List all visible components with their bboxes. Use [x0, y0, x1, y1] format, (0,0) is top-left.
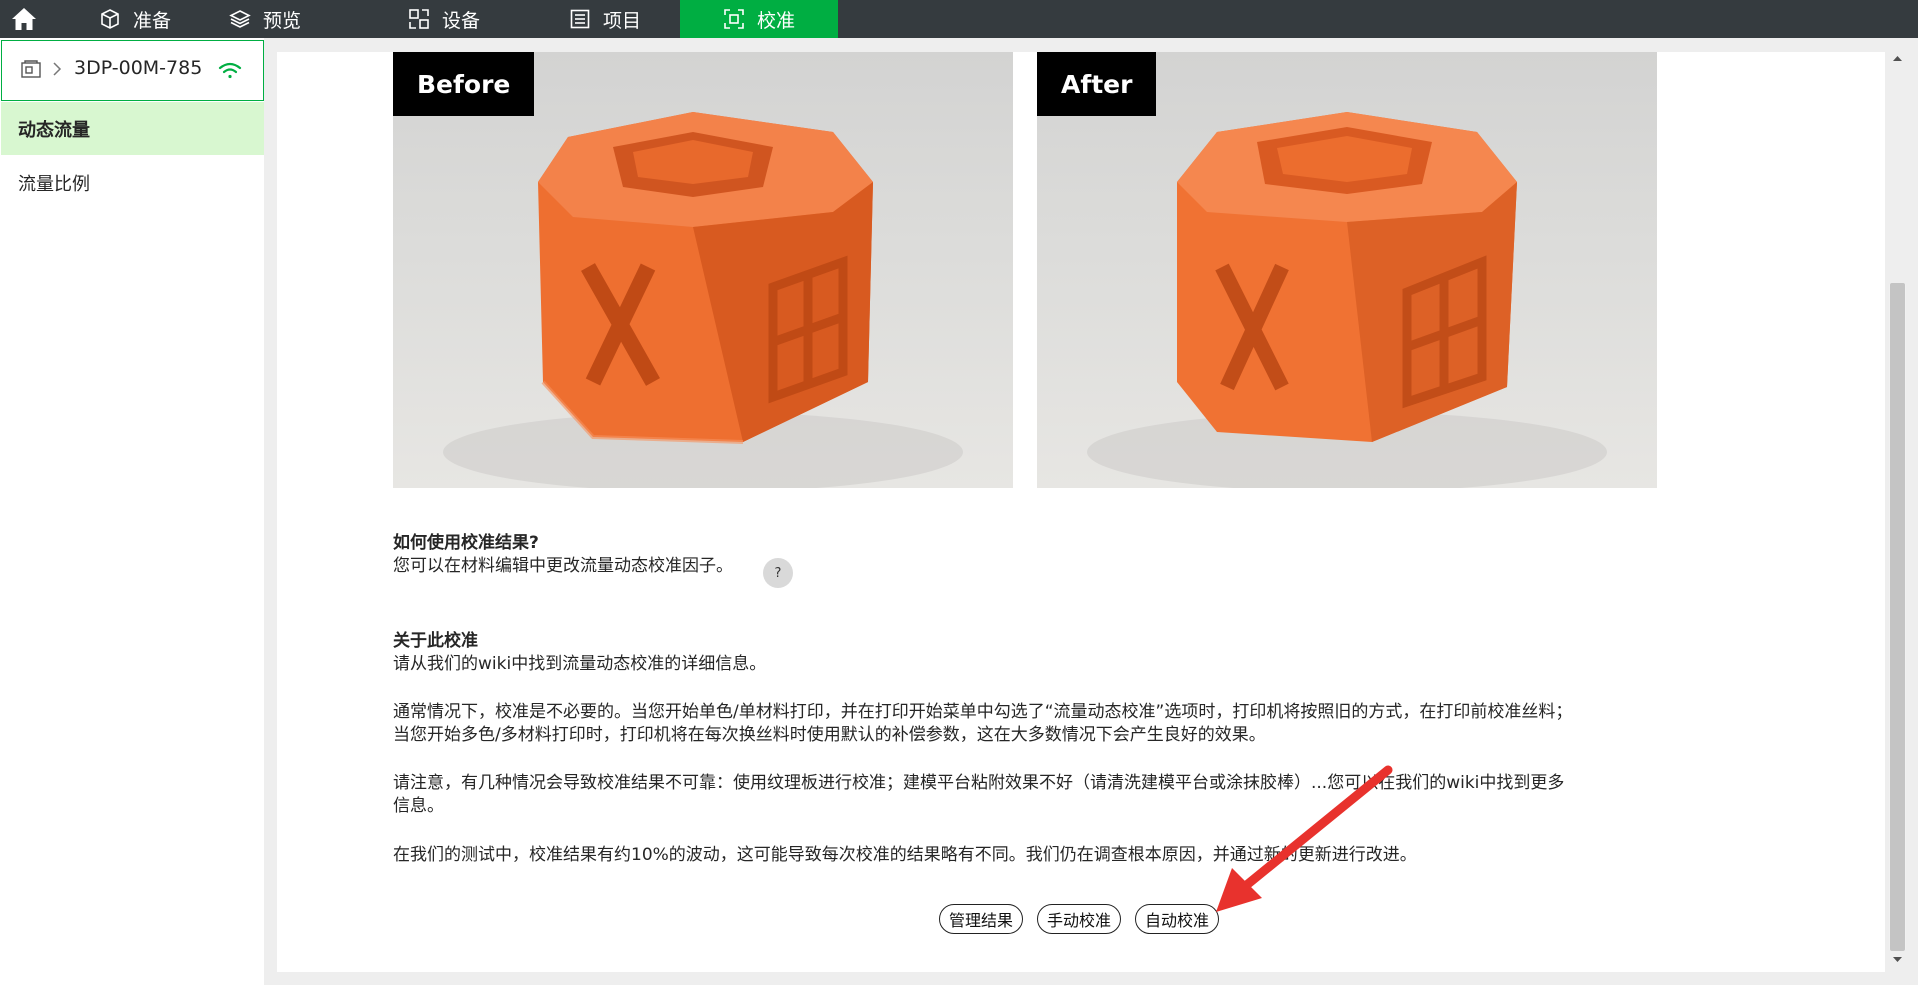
- before-label: Before: [393, 52, 535, 116]
- about-heading: 关于此校准: [393, 631, 478, 651]
- scroll-up-arrow-icon[interactable]: [1889, 52, 1906, 66]
- tab-preview-label: 预览: [262, 9, 301, 32]
- after-label: After: [1037, 52, 1157, 116]
- about-paragraph-3: 在我们的测试中，校准结果有约10%的波动，这可能导致每次校准的结果略有不同。我们…: [393, 845, 1417, 865]
- about-paragraph-1-line-1: 通常情况下，校准是不必要的。当您开始单色/单材料打印，并在打印开始菜单中勾选了“…: [393, 702, 1573, 722]
- scrollbar-thumb[interactable]: [1890, 283, 1905, 951]
- tab-prepare-label: 准备: [132, 9, 171, 32]
- auto-calibration-button[interactable]: 自动校准: [1135, 904, 1220, 934]
- scroll-down-arrow-icon[interactable]: [1889, 952, 1906, 966]
- printer-icon: [21, 60, 41, 78]
- top-nav-bar: 准备 预览 设备 项目 校准: [0, 0, 1918, 38]
- about-paragraph-1-line-2: 当您开始多色/多材料打印时，打印机将在每次换丝料时使用默认的补偿参数，这在大多数…: [393, 725, 1266, 745]
- tab-calibration-label: 校准: [756, 9, 795, 32]
- home-icon: [12, 8, 36, 30]
- tab-device-label: 设备: [441, 9, 480, 32]
- cube-icon: [101, 9, 119, 29]
- tab-preview[interactable]: 预览: [186, 0, 344, 38]
- device-selector[interactable]: 3DP-00M-785: [1, 40, 264, 101]
- after-cube-image: [1087, 112, 1607, 488]
- calibrate-icon: [724, 9, 744, 29]
- wifi-icon: [218, 62, 242, 79]
- list-icon: [570, 9, 590, 29]
- sidebar-item-label: 动态流量: [18, 119, 90, 141]
- tab-device[interactable]: 设备: [365, 0, 523, 38]
- tab-project-label: 项目: [602, 9, 641, 32]
- tab-project[interactable]: 项目: [526, 0, 684, 38]
- before-photo: Before: [393, 52, 1013, 488]
- chevron-right-icon: [53, 62, 62, 76]
- layers-icon: [229, 10, 251, 28]
- tab-calibration[interactable]: 校准: [680, 0, 838, 38]
- home-button[interactable]: [9, 4, 39, 34]
- about-paragraph-2-line-2: 信息。: [393, 796, 444, 816]
- usage-text: 您可以在材料编辑中更改流量动态校准因子。: [393, 556, 733, 576]
- sidebar-item-label: 流量比例: [18, 173, 90, 195]
- after-photo: After: [1037, 52, 1657, 488]
- device-name: 3DP-00M-785: [74, 57, 203, 79]
- about-paragraph-2-line-1: 请注意，有几种情况会导致校准结果不可靠：使用纹理板进行校准；建模平台粘附效果不好…: [393, 773, 1565, 793]
- sidebar: 3DP-00M-785 动态流量 流量比例: [0, 38, 264, 985]
- sidebar-item-flow-dynamics[interactable]: 动态流量: [1, 102, 264, 155]
- sidebar-item-flow-rate[interactable]: 流量比例: [1, 156, 264, 209]
- about-intro: 请从我们的wiki中找到流量动态校准的详细信息。: [393, 654, 767, 674]
- usage-heading: 如何使用校准结果?: [393, 533, 539, 553]
- manage-results-button[interactable]: 管理结果: [939, 904, 1024, 934]
- before-cube-image: [443, 112, 963, 488]
- calibration-content-panel: Before After 如何使用校准结果? 您可以在材料编辑中更改流量动态校准…: [277, 52, 1885, 972]
- manual-calibration-button[interactable]: 手动校准: [1037, 904, 1122, 934]
- device-icon: [409, 9, 429, 29]
- help-icon[interactable]: ?: [763, 558, 793, 588]
